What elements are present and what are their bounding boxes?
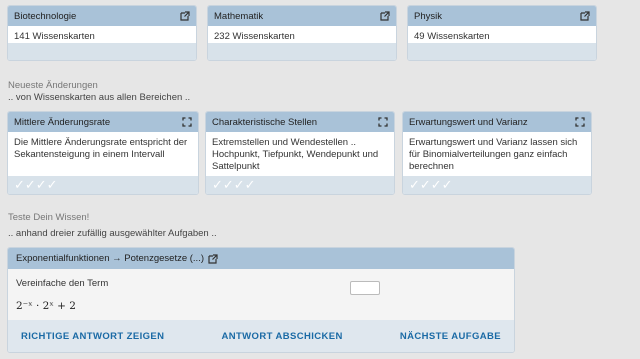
expand-icon[interactable] [378,117,388,127]
quiz-action-bar: RICHTIGE ANTWORT ZEIGEN ANTWORT ABSCHICK… [8,320,514,352]
next-question-button[interactable]: NÄCHSTE AUFGABE [400,331,501,342]
external-link-icon[interactable] [380,11,390,21]
quiz-card: Exponentialfunktionen → Potenzgesetze (.… [7,247,515,353]
check-marks: ✓✓✓✓ [409,177,453,192]
card-footer [8,43,196,60]
knowledge-card-title: Erwartungswert und Varianz [409,116,528,128]
knowledge-card-title: Charakteristische Stellen [212,116,318,128]
check-marks: ✓✓✓✓ [14,177,58,192]
knowledge-card-charakteristische-stellen[interactable]: Charakteristische Stellen Extremstellen … [205,111,395,195]
quiz-section-subtitle: .. anhand dreier zufällig ausgewählter A… [8,228,217,239]
submit-answer-button[interactable]: ANTWORT ABSCHICKEN [221,331,342,342]
quiz-section-title: Teste Dein Wissen! [8,212,90,223]
external-link-icon[interactable] [180,11,190,21]
knowledge-card-text: Erwartungswert und Varianz lassen sich f… [409,137,578,172]
expand-icon[interactable] [575,117,585,127]
recent-section-subtitle: .. von Wissenskarten aus allen Bereichen… [8,92,191,103]
knowledge-card-text: Die Mittlere Änderungsrate entspricht de… [14,137,188,160]
category-title: Mathematik [214,10,264,22]
category-card-physik[interactable]: Physik 49 Wissenskarten [407,5,597,61]
card-footer [208,43,396,60]
category-title: Biotechnologie [14,10,77,22]
answer-input[interactable] [350,281,380,295]
knowledge-card-mittlere-aenderungsrate[interactable]: Mittlere Änderungsrate Die Mittlere Ände… [7,111,199,195]
recent-section-title: Neueste Änderungen [8,80,98,91]
show-answer-button[interactable]: RICHTIGE ANTWORT ZEIGEN [21,331,164,342]
expand-icon[interactable] [182,117,192,127]
category-title: Physik [414,10,442,22]
check-marks: ✓✓✓✓ [212,177,256,192]
category-card-mathematik[interactable]: Mathematik 232 Wissenskarten [207,5,397,61]
quiz-formula: 2⁻ˣ · 2ˣ + 2 [16,300,76,312]
card-footer: ✓✓✓✓ [403,176,591,194]
card-footer [408,43,596,60]
quiz-topic: Exponentialfunktionen → Potenzgesetze (.… [16,253,205,264]
knowledge-card-text: Extremstellen und Wendestellen .. Hochpu… [212,137,379,172]
knowledge-card-erwartungswert-und-varianz[interactable]: Erwartungswert und Varianz Erwartungswer… [402,111,592,195]
external-link-icon[interactable] [208,253,218,264]
category-card-biotechnologie[interactable]: Biotechnologie 141 Wissenskarten [7,5,197,61]
external-link-icon[interactable] [580,11,590,21]
knowledge-card-title: Mittlere Änderungsrate [14,116,111,128]
quiz-prompt: Vereinfache den Term [16,278,109,289]
card-footer: ✓✓✓✓ [206,176,394,194]
card-footer: ✓✓✓✓ [8,176,198,194]
